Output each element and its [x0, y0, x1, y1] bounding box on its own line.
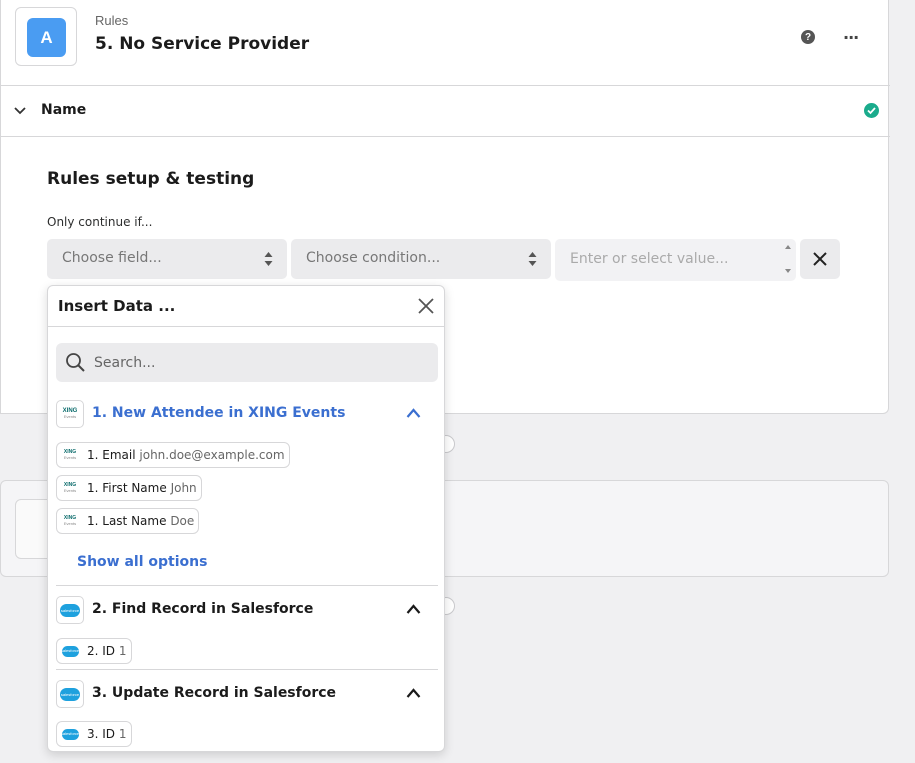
data-item-label: 1. Email [87, 448, 136, 462]
data-item-last-name[interactable]: XING Events 1. Last Name Doe [56, 508, 200, 534]
choose-condition-placeholder: Choose condition... [306, 250, 441, 266]
choose-condition-select[interactable]: Choose condition... [291, 239, 551, 279]
divider [56, 585, 438, 586]
data-item-id[interactable]: salesforce 2. ID 1 [56, 638, 132, 664]
group-title: 2. Find Record in Salesforce [92, 601, 314, 617]
search-input[interactable] [94, 343, 424, 382]
data-item-value: John [170, 481, 197, 495]
step-header: A Rules 5. No Service Provider ? ··· [1, 0, 890, 86]
data-item-value: Doe [170, 514, 195, 528]
data-item-email[interactable]: XING Events 1. Email john.doe@example.com [56, 442, 290, 468]
chevron-up-icon[interactable] [406, 687, 421, 699]
setup-title: Rules setup & testing [47, 169, 255, 189]
choose-field-select[interactable]: Choose field... [47, 239, 287, 279]
app-tile: A [15, 7, 77, 66]
group-header-xing-events[interactable]: XING Events 1. New Attendee in XING Event… [56, 400, 438, 428]
group-header-find-record[interactable]: salesforce 2. Find Record in Salesforce [56, 596, 438, 624]
chevron-down-icon [14, 107, 26, 115]
group-header-update-record[interactable]: salesforce 3. Update Record in Salesforc… [56, 680, 438, 708]
app-letter-icon: A [27, 18, 66, 57]
name-section-toggle[interactable]: Name [1, 86, 890, 137]
help-icon[interactable]: ? [801, 30, 815, 44]
divider [48, 326, 445, 327]
search-box [56, 343, 438, 382]
data-item-first-name[interactable]: XING Events 1. First Name John [56, 475, 202, 501]
insert-data-popover: Insert Data ... XINGEvents 1. New Attend… [47, 285, 445, 752]
xing-events-logo-icon: XING Events [63, 515, 77, 526]
spinner-arrows-icon[interactable] [784, 243, 792, 275]
app-label: Rules [95, 13, 129, 28]
select-arrows-icon [528, 252, 537, 266]
data-item-id[interactable]: salesforce 3. ID 1 [56, 721, 132, 747]
remove-rule-button[interactable] [800, 239, 840, 279]
data-item-label: 3. ID [87, 727, 116, 741]
popover-title: Insert Data ... [58, 297, 176, 315]
step-title[interactable]: 5. No Service Provider [95, 34, 309, 54]
select-arrows-icon [264, 252, 273, 266]
choose-field-placeholder: Choose field... [62, 250, 162, 266]
chevron-up-icon[interactable] [406, 407, 421, 419]
close-icon[interactable] [417, 297, 435, 315]
data-item-label: 1. First Name [87, 481, 167, 495]
data-item-value: 1 [118, 727, 127, 741]
show-all-options-link[interactable]: Show all options [77, 554, 207, 570]
salesforce-logo-icon: salesforce [56, 680, 84, 708]
check-circle-icon [864, 103, 879, 118]
salesforce-logo-icon: salesforce [60, 643, 80, 659]
data-item-value: 1 [118, 644, 127, 658]
xing-events-logo-icon: XING Events [63, 449, 77, 460]
xing-events-logo-icon: XING Events [56, 400, 84, 428]
name-section-label: Name [41, 102, 87, 118]
group-title: 3. Update Record in Salesforce [92, 685, 337, 701]
more-options-icon[interactable]: ··· [843, 28, 859, 47]
divider [56, 669, 438, 670]
value-placeholder: Enter or select value... [570, 251, 729, 267]
salesforce-logo-icon: salesforce [56, 596, 84, 624]
chevron-up-icon[interactable] [406, 603, 421, 615]
search-icon [66, 353, 85, 372]
data-item-label: 2. ID [87, 644, 116, 658]
group-title: 1. New Attendee in XING Events [92, 405, 346, 421]
value-input[interactable]: Enter or select value... [555, 239, 796, 281]
continue-label: Only continue if... [47, 215, 153, 229]
xing-events-logo-icon: XING Events [63, 482, 77, 493]
data-item-label: 1. Last Name [87, 514, 167, 528]
close-icon [813, 252, 827, 266]
salesforce-logo-icon: salesforce [60, 726, 80, 742]
data-item-value: john.doe@example.com [139, 448, 285, 462]
